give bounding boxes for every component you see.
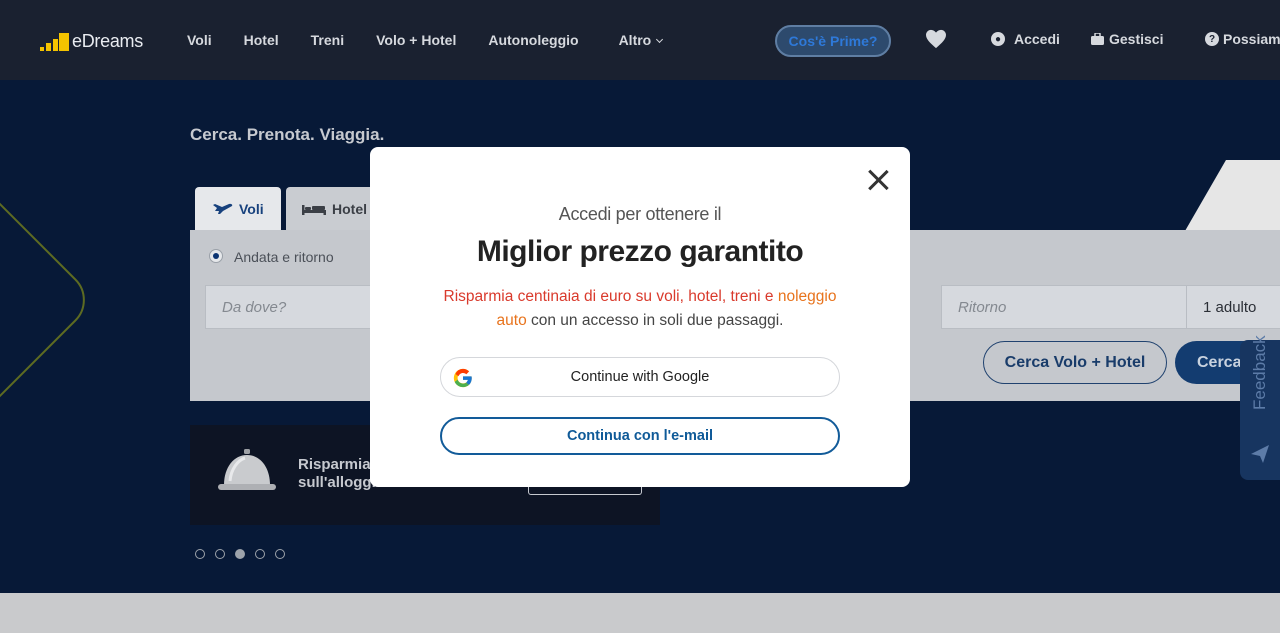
close-icon[interactable]	[865, 167, 891, 193]
google-signin-button[interactable]: Continue with Google	[440, 357, 840, 397]
email-signin-button[interactable]: Continua con l'e-mail	[440, 417, 840, 455]
carousel-dot[interactable]	[195, 549, 205, 559]
prime-button[interactable]: Cos'è Prime?	[775, 25, 891, 57]
passengers-field[interactable]: 1 adulto	[1186, 285, 1280, 329]
modal-desc-rest: con un accesso in soli due passaggi.	[526, 312, 784, 329]
heart-icon	[926, 29, 946, 49]
top-header: eDreams Voli Hotel Treni Volo + Hotel Au…	[0, 0, 1280, 80]
login-link[interactable]: ● Accedi	[991, 31, 1060, 47]
modal-desc-highlight-red: Risparmia centinaia di euro su voli, hot…	[443, 288, 774, 305]
help-link[interactable]: ? Possiam	[1205, 31, 1280, 47]
search-flight-hotel-button[interactable]: Cerca Volo + Hotel	[983, 341, 1167, 384]
nav-item-volo-hotel[interactable]: Volo + Hotel	[376, 32, 456, 48]
wishlist-button[interactable]	[925, 29, 947, 49]
logo-mark-icon	[40, 30, 70, 52]
carousel-dots	[195, 549, 295, 559]
login-modal: Accedi per ottenere il Miglior prezzo ga…	[370, 147, 910, 487]
briefcase-icon	[1091, 33, 1104, 45]
google-icon	[453, 368, 472, 388]
footer-band	[0, 593, 1280, 633]
help-icon: ?	[1205, 32, 1219, 46]
login-label: Accedi	[1014, 31, 1060, 47]
nav-item-autonoleggio[interactable]: Autonoleggio	[488, 32, 578, 48]
carousel-dot[interactable]	[275, 549, 285, 559]
tab-hotel-label: Hotel	[332, 201, 367, 217]
main-nav: Voli Hotel Treni Volo + Hotel Autonolegg…	[187, 30, 694, 50]
chevron-down-icon	[656, 35, 664, 44]
edreams-logo[interactable]: eDreams	[40, 30, 143, 52]
send-icon	[1251, 445, 1269, 463]
hero-tagline: Cerca. Prenota. Viaggia.	[190, 125, 385, 144]
trip-type-label: Andata e ritorno	[234, 249, 334, 265]
help-label: Possiam	[1223, 31, 1280, 47]
hero-decoration	[0, 172, 98, 428]
tab-voli[interactable]: Voli	[195, 187, 281, 231]
trip-type-radio[interactable]	[209, 249, 223, 263]
logo-text: eDreams	[72, 30, 143, 51]
nav-item-altro-label: Altro	[618, 32, 652, 48]
tab-voli-label: Voli	[239, 201, 264, 217]
google-button-label: Continue with Google	[570, 369, 710, 385]
bed-icon	[302, 205, 326, 215]
plane-icon	[211, 203, 233, 214]
carousel-dot[interactable]	[255, 549, 265, 559]
user-icon: ●	[991, 32, 1005, 46]
feedback-tab[interactable]: Feedback	[1240, 335, 1280, 480]
modal-title: Miglior prezzo garantito	[476, 235, 804, 268]
feedback-label: Feedback	[1250, 335, 1269, 410]
modal-description: Risparmia centinaia di euro su voli, hot…	[430, 285, 850, 333]
nav-item-altro[interactable]: Altro	[618, 32, 664, 48]
manage-link[interactable]: Gestisci	[1091, 31, 1163, 47]
carousel-dot[interactable]	[215, 549, 225, 559]
nav-item-voli[interactable]: Voli	[187, 32, 212, 48]
nav-item-treni[interactable]: Treni	[311, 32, 344, 48]
return-date-field[interactable]: Ritorno	[941, 285, 1187, 329]
nav-item-hotel[interactable]: Hotel	[244, 32, 279, 48]
service-bell-icon	[218, 449, 276, 490]
manage-label: Gestisci	[1109, 31, 1164, 47]
carousel-dot-active[interactable]	[235, 549, 245, 559]
origin-field[interactable]: Da dove?	[205, 285, 385, 329]
modal-subtitle: Accedi per ottenere il	[558, 204, 722, 224]
tab-hotel[interactable]: Hotel	[286, 187, 376, 231]
